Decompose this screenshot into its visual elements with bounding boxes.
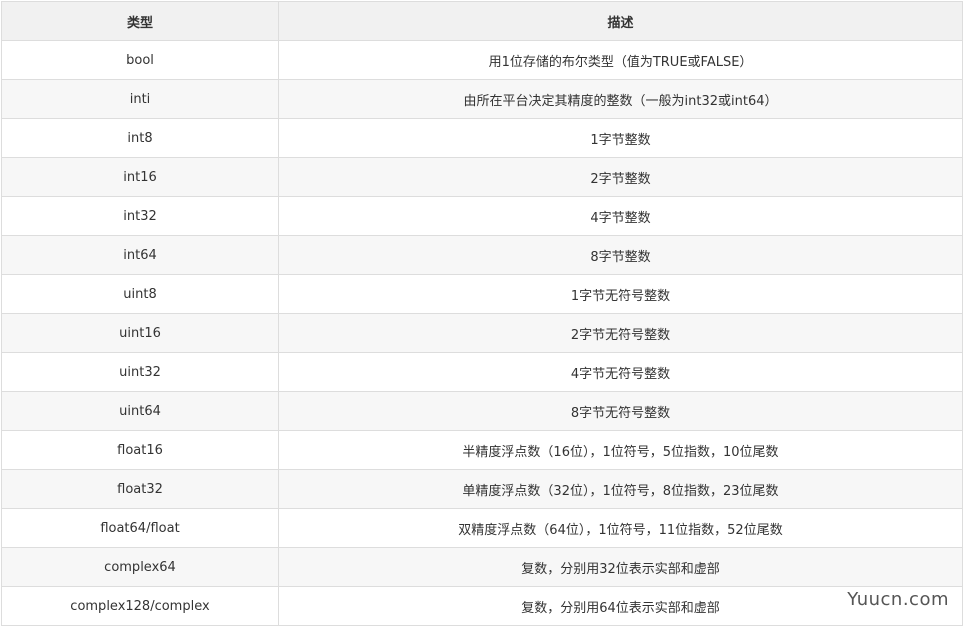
table-row: bool 用1位存储的布尔类型（值为TRUE或FALSE） [1,40,963,80]
description-cell: 2字节整数 [278,157,963,197]
type-cell: inti [1,79,279,119]
type-cell: bool [1,40,279,80]
type-cell: uint8 [1,274,279,314]
table-row: inti 由所在平台决定其精度的整数（一般为int32或int64） [1,79,963,119]
table-row: uint64 8字节无符号整数 [1,391,963,431]
type-cell: int8 [1,118,279,158]
description-cell: 复数，分别用32位表示实部和虚部 [278,547,963,587]
table-row: float16 半精度浮点数（16位），1位符号，5位指数，10位尾数 [1,430,963,470]
data-types-table: 类型 描述 bool 用1位存储的布尔类型（值为TRUE或FALSE） inti… [1,1,963,626]
table-row: uint16 2字节无符号整数 [1,313,963,353]
watermark-text: Yuucn.com [847,589,949,610]
type-cell: float16 [1,430,279,470]
type-cell: uint64 [1,391,279,431]
description-cell: 8字节整数 [278,235,963,275]
description-cell: 用1位存储的布尔类型（值为TRUE或FALSE） [278,40,963,80]
table-row: uint32 4字节无符号整数 [1,352,963,392]
type-cell: complex128/complex [1,586,279,626]
type-cell: float64/float [1,508,279,548]
type-cell: complex64 [1,547,279,587]
type-cell: int32 [1,196,279,236]
table-row: float32 单精度浮点数（32位），1位符号，8位指数，23位尾数 [1,469,963,509]
table-row: float64/float 双精度浮点数（64位），1位符号，11位指数，52位… [1,508,963,548]
description-cell: 1字节整数 [278,118,963,158]
type-cell: int16 [1,157,279,197]
description-cell: 单精度浮点数（32位），1位符号，8位指数，23位尾数 [278,469,963,509]
description-cell: 4字节整数 [278,196,963,236]
type-cell: uint32 [1,352,279,392]
table-row: int16 2字节整数 [1,157,963,197]
table-row: int32 4字节整数 [1,196,963,236]
description-cell: 双精度浮点数（64位），1位符号，11位指数，52位尾数 [278,508,963,548]
description-cell: 8字节无符号整数 [278,391,963,431]
table-row: complex128/complex 复数，分别用64位表示实部和虚部 [1,586,963,626]
table-row: int8 1字节整数 [1,118,963,158]
description-cell: 半精度浮点数（16位），1位符号，5位指数，10位尾数 [278,430,963,470]
type-cell: uint16 [1,313,279,353]
description-cell: 1字节无符号整数 [278,274,963,314]
header-type: 类型 [1,1,279,41]
description-cell: 由所在平台决定其精度的整数（一般为int32或int64） [278,79,963,119]
table-row: uint8 1字节无符号整数 [1,274,963,314]
table-row: int64 8字节整数 [1,235,963,275]
description-cell: 2字节无符号整数 [278,313,963,353]
type-cell: float32 [1,469,279,509]
type-cell: int64 [1,235,279,275]
header-description: 描述 [278,1,963,41]
description-cell: 4字节无符号整数 [278,352,963,392]
table-row: complex64 复数，分别用32位表示实部和虚部 [1,547,963,587]
table-header-row: 类型 描述 [1,1,963,41]
